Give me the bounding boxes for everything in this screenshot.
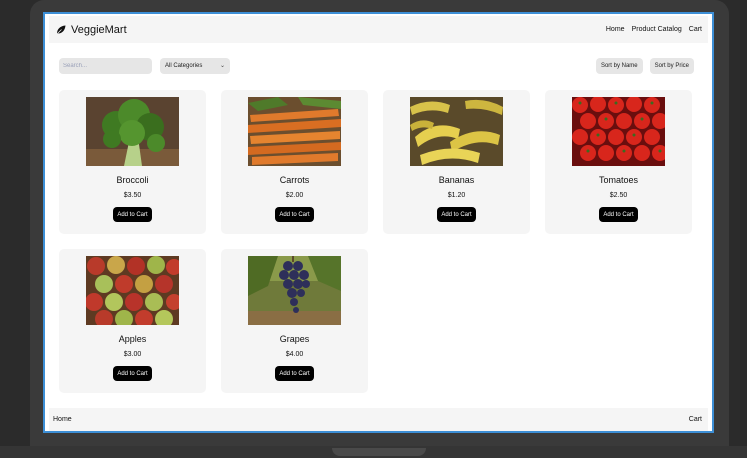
product-card: Broccoli $3.50 Add to Cart	[59, 90, 206, 234]
product-price: $1.20	[447, 192, 466, 199]
product-card: Tomatoes $2.50 Add to Cart	[545, 90, 692, 234]
product-name: Carrots	[279, 175, 310, 185]
add-to-cart-button[interactable]: Add to Cart	[275, 366, 314, 381]
search-input[interactable]	[59, 57, 152, 74]
apples-image	[86, 256, 179, 325]
product-name: Tomatoes	[598, 175, 639, 185]
product-name: Broccoli	[116, 175, 149, 185]
add-to-cart-button[interactable]: Add to Cart	[275, 207, 314, 222]
product-price: $3.50	[123, 192, 142, 199]
browser-viewport: VeggieMart Home Product Catalog Cart All…	[43, 12, 714, 433]
add-to-cart-button[interactable]: Add to Cart	[113, 207, 152, 222]
product-card: Carrots $2.00 Add to Cart	[221, 90, 368, 234]
footer-bar: Home Cart	[49, 408, 708, 431]
product-price: $4.00	[285, 351, 304, 358]
product-name: Bananas	[438, 175, 475, 185]
carrots-image	[248, 97, 341, 166]
product-name: Apples	[118, 334, 147, 344]
product-grid: Broccoli $3.50 Add to Cart Carrots $2.00…	[59, 90, 694, 393]
product-name: Grapes	[279, 334, 310, 344]
product-card: Bananas $1.20 Add to Cart	[383, 90, 530, 234]
product-card: Apples $3.00 Add to Cart	[59, 249, 206, 393]
add-to-cart-button[interactable]: Add to Cart	[437, 207, 476, 222]
category-select[interactable]: All Categories ⌄	[160, 57, 230, 74]
broccoli-image	[86, 97, 179, 166]
nav-links: Home Product Catalog Cart	[606, 26, 702, 33]
add-to-cart-button[interactable]: Add to Cart	[599, 207, 638, 222]
laptop-notch	[332, 448, 426, 456]
product-price: $3.00	[123, 351, 142, 358]
nav-link-home[interactable]: Home	[606, 26, 625, 33]
nav-link-product-catalog[interactable]: Product Catalog	[632, 26, 682, 33]
filter-controls: All Categories ⌄	[59, 57, 230, 74]
bananas-image	[410, 97, 503, 166]
grapes-image	[248, 256, 341, 325]
nav-link-cart[interactable]: Cart	[689, 26, 702, 33]
category-select-value: All Categories	[165, 62, 203, 69]
leaf-icon	[56, 25, 66, 35]
footer-link-cart[interactable]: Cart	[689, 416, 702, 423]
footer-link-home[interactable]: Home	[53, 416, 72, 423]
product-price: $2.00	[285, 192, 304, 199]
product-card: Grapes $4.00 Add to Cart	[221, 249, 368, 393]
brand[interactable]: VeggieMart	[55, 24, 127, 36]
brand-name: VeggieMart	[71, 23, 127, 36]
add-to-cart-button[interactable]: Add to Cart	[113, 366, 152, 381]
top-navbar: VeggieMart Home Product Catalog Cart	[49, 16, 708, 43]
sort-by-price-button[interactable]: Sort by Price	[649, 57, 694, 74]
sort-by-name-button[interactable]: Sort by Name	[595, 57, 643, 74]
filter-toolbar: All Categories ⌄ Sort by Name Sort by Pr…	[59, 57, 694, 74]
tomatoes-image	[572, 97, 665, 166]
product-price: $2.50	[609, 192, 628, 199]
chevron-down-icon: ⌄	[219, 63, 225, 69]
sort-controls: Sort by Name Sort by Price	[595, 57, 694, 74]
